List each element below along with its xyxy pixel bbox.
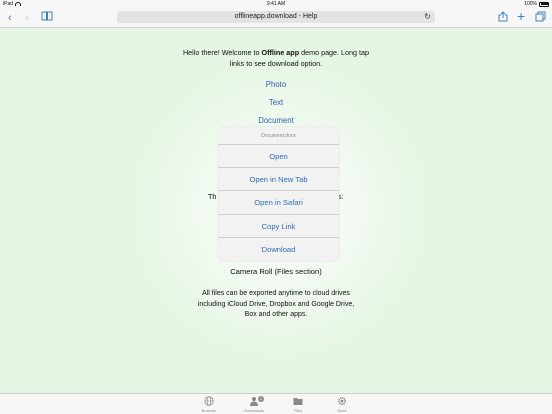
url-text: offlineapp.download - Help bbox=[234, 13, 318, 20]
forward-icon[interactable]: › bbox=[25, 11, 29, 25]
partial-text-left: Th bbox=[208, 192, 217, 201]
link-context-menu: Document.docx Open Open in New Tab Open … bbox=[218, 127, 339, 261]
tab-more[interactable]: More bbox=[322, 396, 362, 413]
status-bar: iPad 9:41 AM 100% bbox=[0, 0, 552, 8]
bookmarks-icon[interactable] bbox=[41, 11, 53, 25]
browser-toolbar: ‹ › offlineapp.download - Help ↻ + bbox=[0, 8, 552, 28]
tab-files-label: Files bbox=[293, 408, 303, 413]
status-right: 100% bbox=[524, 1, 549, 7]
battery-percent: 100% bbox=[524, 1, 537, 7]
menu-copy-link[interactable]: Copy Link bbox=[218, 215, 339, 238]
gear-icon bbox=[337, 396, 347, 406]
tab-downloads[interactable]: 1 Downloads bbox=[234, 396, 274, 413]
intro-pre: Hello there! Welcome to bbox=[182, 48, 262, 57]
add-icon[interactable]: + bbox=[517, 9, 525, 23]
tab-browser[interactable]: Browser bbox=[189, 396, 229, 413]
link-text[interactable]: Text bbox=[0, 98, 552, 107]
tabs-icon[interactable] bbox=[535, 11, 546, 26]
globe-icon bbox=[204, 396, 214, 406]
tab-browser-label: Browser bbox=[201, 408, 217, 413]
tab-downloads-label: Downloads bbox=[244, 408, 264, 413]
tab-bar: Browser 1 Downloads Files More bbox=[0, 393, 552, 414]
camera-roll-text: Camera Roll (Files section) bbox=[230, 267, 322, 276]
link-document[interactable]: Document bbox=[0, 116, 552, 125]
battery-icon bbox=[539, 1, 549, 7]
export-text: All files can be exported anytime to clo… bbox=[197, 290, 355, 318]
menu-open-in-safari[interactable]: Open in Safari bbox=[218, 191, 339, 215]
back-icon[interactable]: ‹ bbox=[8, 11, 12, 25]
share-icon[interactable] bbox=[498, 11, 508, 26]
menu-open[interactable]: Open bbox=[218, 145, 339, 169]
intro-app-name: Offline app bbox=[261, 48, 300, 57]
intro-text: Hello there! Welcome to Offline app demo… bbox=[176, 47, 376, 69]
menu-open-new-tab[interactable]: Open in New Tab bbox=[218, 168, 339, 192]
menu-download[interactable]: Download bbox=[218, 238, 339, 261]
folder-icon bbox=[293, 398, 303, 405]
reload-icon[interactable]: ↻ bbox=[424, 11, 431, 23]
menu-title: Document.docx bbox=[218, 127, 339, 145]
tab-more-label: More bbox=[337, 408, 347, 413]
tab-files[interactable]: Files bbox=[278, 396, 318, 413]
downloads-badge: 1 bbox=[258, 396, 264, 402]
link-photo[interactable]: Photo bbox=[0, 80, 552, 89]
address-bar[interactable]: offlineapp.download - Help ↻ bbox=[117, 11, 435, 23]
status-time: 9:41 AM bbox=[266, 1, 286, 7]
